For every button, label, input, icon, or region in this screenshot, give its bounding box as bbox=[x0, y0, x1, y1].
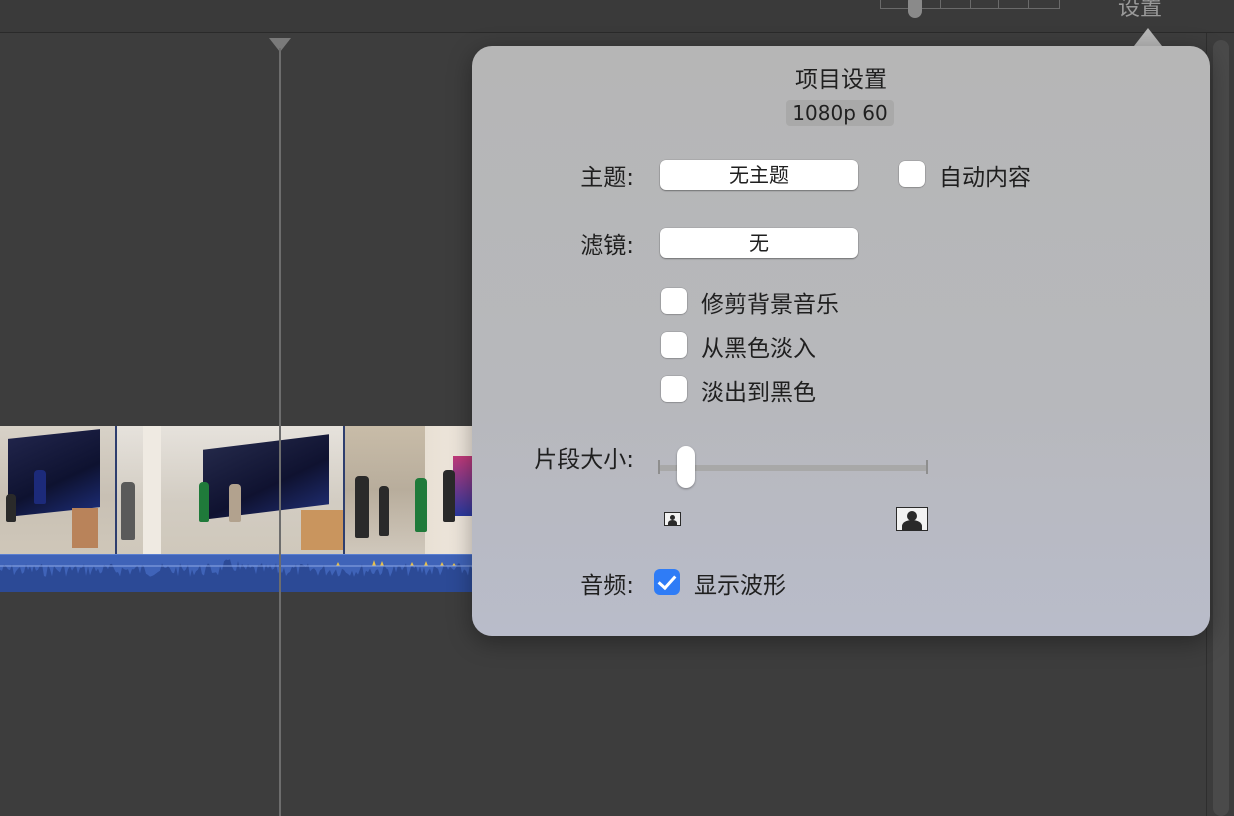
playhead-line[interactable] bbox=[279, 48, 281, 816]
trim-music-label: 修剪背景音乐 bbox=[701, 292, 839, 318]
person-large-icon bbox=[896, 507, 928, 531]
filter-label: 滤镜: bbox=[580, 233, 634, 259]
fade-out-label: 淡出到黑色 bbox=[701, 380, 816, 406]
auto-content-label: 自动内容 bbox=[939, 165, 1031, 191]
clip-size-slider-track[interactable] bbox=[658, 465, 928, 471]
clip-thumbnail bbox=[345, 426, 472, 554]
project-format: 1080p 60 bbox=[786, 100, 894, 126]
show-waveform-label: 显示波形 bbox=[694, 573, 786, 599]
clip-thumbnail bbox=[117, 426, 343, 554]
project-settings-popover: 项目设置 1080p 60 主题: 无主题 自动内容 滤镜: 无 修剪背景音乐 … bbox=[472, 46, 1210, 636]
timeline-scrollbar[interactable] bbox=[1213, 40, 1229, 816]
popover-title: 项目设置 bbox=[795, 67, 887, 93]
audio-label: 音频: bbox=[580, 573, 634, 599]
theme-label: 主题: bbox=[580, 165, 634, 191]
person-small-icon bbox=[664, 512, 681, 526]
top-toolbar: 设置 bbox=[0, 0, 1234, 33]
theme-popup-button[interactable]: 无主题 bbox=[660, 160, 858, 190]
fade-in-label: 从黑色淡入 bbox=[701, 336, 816, 362]
settings-button[interactable]: 设置 bbox=[1118, 0, 1162, 22]
filter-popup-button[interactable]: 无 bbox=[660, 228, 858, 258]
show-waveform-checkbox[interactable] bbox=[654, 569, 680, 595]
popover-arrow bbox=[1134, 28, 1162, 46]
fade-in-checkbox[interactable] bbox=[661, 332, 687, 358]
clip-thumbnail bbox=[0, 426, 115, 554]
zoom-slider-track[interactable] bbox=[880, 0, 1060, 9]
fade-out-checkbox[interactable] bbox=[661, 376, 687, 402]
audio-waveform bbox=[0, 554, 472, 592]
clip-size-slider-knob[interactable] bbox=[677, 446, 695, 488]
zoom-slider-knob[interactable] bbox=[908, 0, 922, 18]
clip-size-label: 片段大小: bbox=[534, 447, 634, 473]
auto-content-checkbox[interactable] bbox=[899, 161, 925, 187]
video-clip[interactable] bbox=[0, 426, 472, 592]
trim-music-checkbox[interactable] bbox=[661, 288, 687, 314]
